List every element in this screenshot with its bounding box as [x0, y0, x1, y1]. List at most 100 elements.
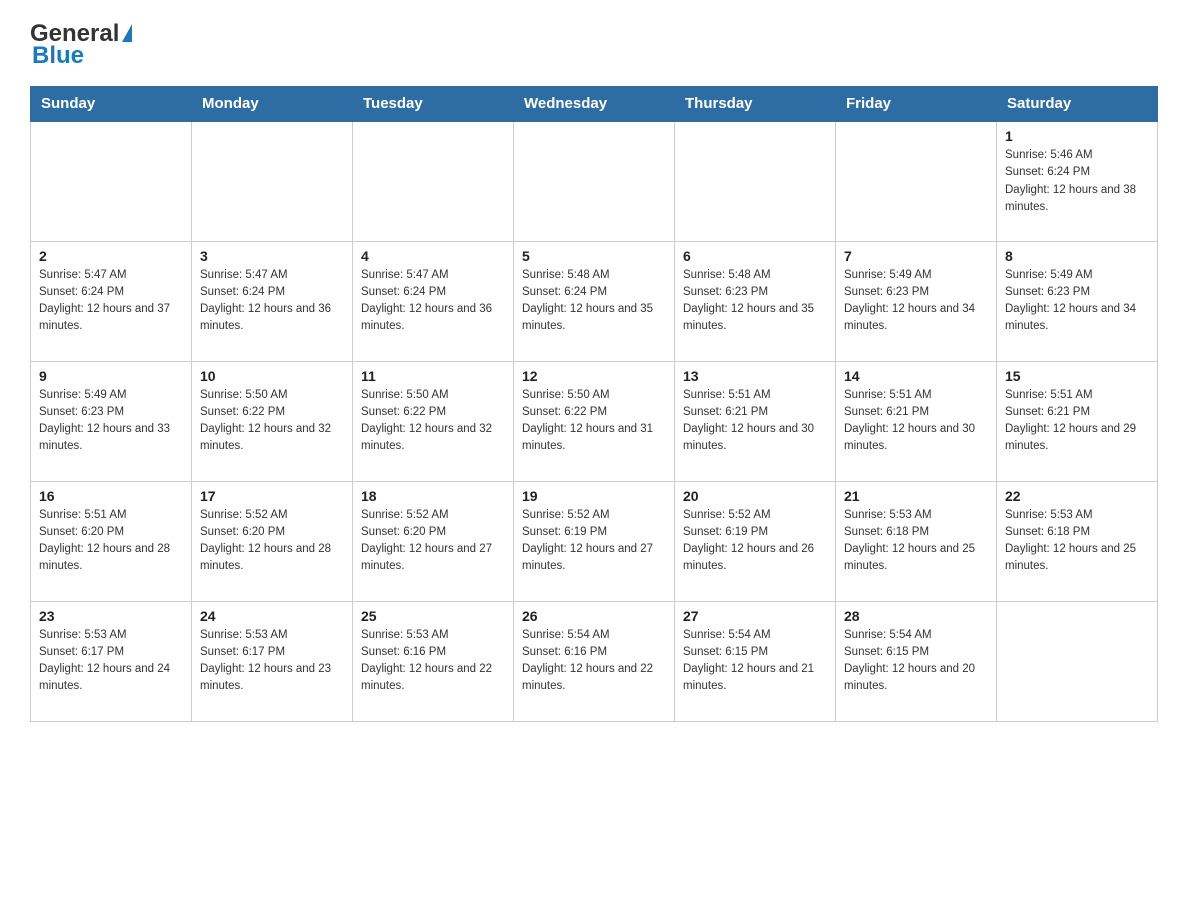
day-number: 18 — [361, 488, 505, 504]
logo-wrapper: General Blue — [30, 20, 132, 70]
day-number: 4 — [361, 248, 505, 264]
day-number: 2 — [39, 248, 183, 264]
weekday-header-sunday: Sunday — [31, 87, 192, 122]
day-number: 19 — [522, 488, 666, 504]
day-info: Sunrise: 5:50 AM Sunset: 6:22 PM Dayligh… — [200, 387, 344, 456]
day-info: Sunrise: 5:46 AM Sunset: 6:24 PM Dayligh… — [1005, 147, 1149, 216]
day-info: Sunrise: 5:54 AM Sunset: 6:15 PM Dayligh… — [844, 627, 988, 696]
day-number: 16 — [39, 488, 183, 504]
calendar-day: 19 Sunrise: 5:52 AM Sunset: 6:19 PM Dayli… — [514, 481, 675, 601]
day-number: 10 — [200, 368, 344, 384]
day-info: Sunrise: 5:51 AM Sunset: 6:21 PM Dayligh… — [1005, 387, 1149, 456]
day-number: 1 — [1005, 128, 1149, 144]
day-info: Sunrise: 5:52 AM Sunset: 6:20 PM Dayligh… — [200, 507, 344, 576]
calendar-day: 18 Sunrise: 5:52 AM Sunset: 6:20 PM Dayli… — [353, 481, 514, 601]
day-info: Sunrise: 5:53 AM Sunset: 6:17 PM Dayligh… — [39, 627, 183, 696]
day-number: 23 — [39, 608, 183, 624]
calendar-day: 20 Sunrise: 5:52 AM Sunset: 6:19 PM Dayli… — [675, 481, 836, 601]
calendar-day — [192, 121, 353, 241]
calendar-day: 4 Sunrise: 5:47 AM Sunset: 6:24 PM Daylig… — [353, 241, 514, 361]
day-info: Sunrise: 5:52 AM Sunset: 6:20 PM Dayligh… — [361, 507, 505, 576]
week-row-3: 9Sunrise: 5:49 AM Sunset: 6:23 PM Daylig… — [31, 361, 1158, 481]
calendar-day — [31, 121, 192, 241]
calendar-day: 11 Sunrise: 5:50 AM Sunset: 6:22 PM Dayli… — [353, 361, 514, 481]
week-row-4: 16 Sunrise: 5:51 AM Sunset: 6:20 PM Dayli… — [31, 481, 1158, 601]
calendar-day: 28 Sunrise: 5:54 AM Sunset: 6:15 PM Dayli… — [836, 601, 997, 721]
day-number: 20 — [683, 488, 827, 504]
calendar-day: 22 Sunrise: 5:53 AM Sunset: 6:18 PM Dayli… — [997, 481, 1158, 601]
calendar-day: 12 Sunrise: 5:50 AM Sunset: 6:22 PM Dayli… — [514, 361, 675, 481]
calendar-day: 23 Sunrise: 5:53 AM Sunset: 6:17 PM Dayli… — [31, 601, 192, 721]
week-row-2: 2 Sunrise: 5:47 AM Sunset: 6:24 PM Daylig… — [31, 241, 1158, 361]
day-info: Sunrise: 5:52 AM Sunset: 6:19 PM Dayligh… — [522, 507, 666, 576]
day-number: 5 — [522, 248, 666, 264]
weekday-header-tuesday: Tuesday — [353, 87, 514, 122]
day-number: 22 — [1005, 488, 1149, 504]
calendar-day: 7 Sunrise: 5:49 AM Sunset: 6:23 PM Daylig… — [836, 241, 997, 361]
calendar-day: 21 Sunrise: 5:53 AM Sunset: 6:18 PM Dayli… — [836, 481, 997, 601]
calendar-day: 10 Sunrise: 5:50 AM Sunset: 6:22 PM Dayli… — [192, 361, 353, 481]
day-number: 11 — [361, 368, 505, 384]
calendar-day — [675, 121, 836, 241]
day-info: Sunrise: 5:53 AM Sunset: 6:18 PM Dayligh… — [844, 507, 988, 576]
page-header: General Blue — [30, 20, 1158, 70]
calendar-day — [514, 121, 675, 241]
weekday-header-saturday: Saturday — [997, 87, 1158, 122]
day-info: Sunrise: 5:48 AM Sunset: 6:23 PM Dayligh… — [683, 267, 827, 336]
calendar-day: 13 Sunrise: 5:51 AM Sunset: 6:21 PM Dayli… — [675, 361, 836, 481]
calendar-day: 1 Sunrise: 5:46 AM Sunset: 6:24 PM Daylig… — [997, 121, 1158, 241]
calendar-table: SundayMondayTuesdayWednesdayThursdayFrid… — [30, 86, 1158, 722]
day-number: 13 — [683, 368, 827, 384]
day-number: 24 — [200, 608, 344, 624]
day-info: Sunrise: 5:51 AM Sunset: 6:21 PM Dayligh… — [844, 387, 988, 456]
calendar-day: 26 Sunrise: 5:54 AM Sunset: 6:16 PM Dayli… — [514, 601, 675, 721]
calendar-day: 8 Sunrise: 5:49 AM Sunset: 6:23 PM Daylig… — [997, 241, 1158, 361]
day-number: 21 — [844, 488, 988, 504]
week-row-1: 1 Sunrise: 5:46 AM Sunset: 6:24 PM Daylig… — [31, 121, 1158, 241]
day-info: Sunrise: 5:47 AM Sunset: 6:24 PM Dayligh… — [200, 267, 344, 336]
day-number: 7 — [844, 248, 988, 264]
calendar-day: 16 Sunrise: 5:51 AM Sunset: 6:20 PM Dayli… — [31, 481, 192, 601]
day-info: Sunrise: 5:53 AM Sunset: 6:18 PM Dayligh… — [1005, 507, 1149, 576]
day-number: 28 — [844, 608, 988, 624]
day-info: Sunrise: 5:48 AM Sunset: 6:24 PM Dayligh… — [522, 267, 666, 336]
weekday-header-friday: Friday — [836, 87, 997, 122]
day-info: Sunrise: 5:51 AM Sunset: 6:21 PM Dayligh… — [683, 387, 827, 456]
day-number: 15 — [1005, 368, 1149, 384]
calendar-day: 25Sunrise: 5:53 AM Sunset: 6:16 PM Dayli… — [353, 601, 514, 721]
weekday-header-wednesday: Wednesday — [514, 87, 675, 122]
calendar-day: 14Sunrise: 5:51 AM Sunset: 6:21 PM Dayli… — [836, 361, 997, 481]
day-number: 6 — [683, 248, 827, 264]
day-number: 26 — [522, 608, 666, 624]
day-info: Sunrise: 5:49 AM Sunset: 6:23 PM Dayligh… — [844, 267, 988, 336]
calendar-day: 6 Sunrise: 5:48 AM Sunset: 6:23 PM Daylig… — [675, 241, 836, 361]
logo: General Blue — [30, 20, 132, 70]
weekday-header-thursday: Thursday — [675, 87, 836, 122]
calendar-day: 15 Sunrise: 5:51 AM Sunset: 6:21 PM Dayli… — [997, 361, 1158, 481]
day-number: 17 — [200, 488, 344, 504]
day-info: Sunrise: 5:53 AM Sunset: 6:17 PM Dayligh… — [200, 627, 344, 696]
day-info: Sunrise: 5:47 AM Sunset: 6:24 PM Dayligh… — [39, 267, 183, 336]
day-number: 3 — [200, 248, 344, 264]
day-info: Sunrise: 5:53 AM Sunset: 6:16 PM Dayligh… — [361, 627, 505, 696]
weekday-header-monday: Monday — [192, 87, 353, 122]
calendar-day — [997, 601, 1158, 721]
calendar-day: 17 Sunrise: 5:52 AM Sunset: 6:20 PM Dayli… — [192, 481, 353, 601]
day-info: Sunrise: 5:49 AM Sunset: 6:23 PM Dayligh… — [1005, 267, 1149, 336]
day-info: Sunrise: 5:50 AM Sunset: 6:22 PM Dayligh… — [522, 387, 666, 456]
day-info: Sunrise: 5:50 AM Sunset: 6:22 PM Dayligh… — [361, 387, 505, 456]
logo-blue: Blue — [32, 42, 84, 69]
day-info: Sunrise: 5:51 AM Sunset: 6:20 PM Dayligh… — [39, 507, 183, 576]
day-number: 9 — [39, 368, 183, 384]
day-number: 12 — [522, 368, 666, 384]
day-number: 8 — [1005, 248, 1149, 264]
day-number: 27 — [683, 608, 827, 624]
calendar-day: 27Sunrise: 5:54 AM Sunset: 6:15 PM Dayli… — [675, 601, 836, 721]
calendar-day: 5 Sunrise: 5:48 AM Sunset: 6:24 PM Daylig… — [514, 241, 675, 361]
day-info: Sunrise: 5:52 AM Sunset: 6:19 PM Dayligh… — [683, 507, 827, 576]
calendar-day: 2 Sunrise: 5:47 AM Sunset: 6:24 PM Daylig… — [31, 241, 192, 361]
logo-triangle-icon — [122, 24, 132, 42]
day-info: Sunrise: 5:54 AM Sunset: 6:16 PM Dayligh… — [522, 627, 666, 696]
week-row-5: 23 Sunrise: 5:53 AM Sunset: 6:17 PM Dayli… — [31, 601, 1158, 721]
day-info: Sunrise: 5:47 AM Sunset: 6:24 PM Dayligh… — [361, 267, 505, 336]
